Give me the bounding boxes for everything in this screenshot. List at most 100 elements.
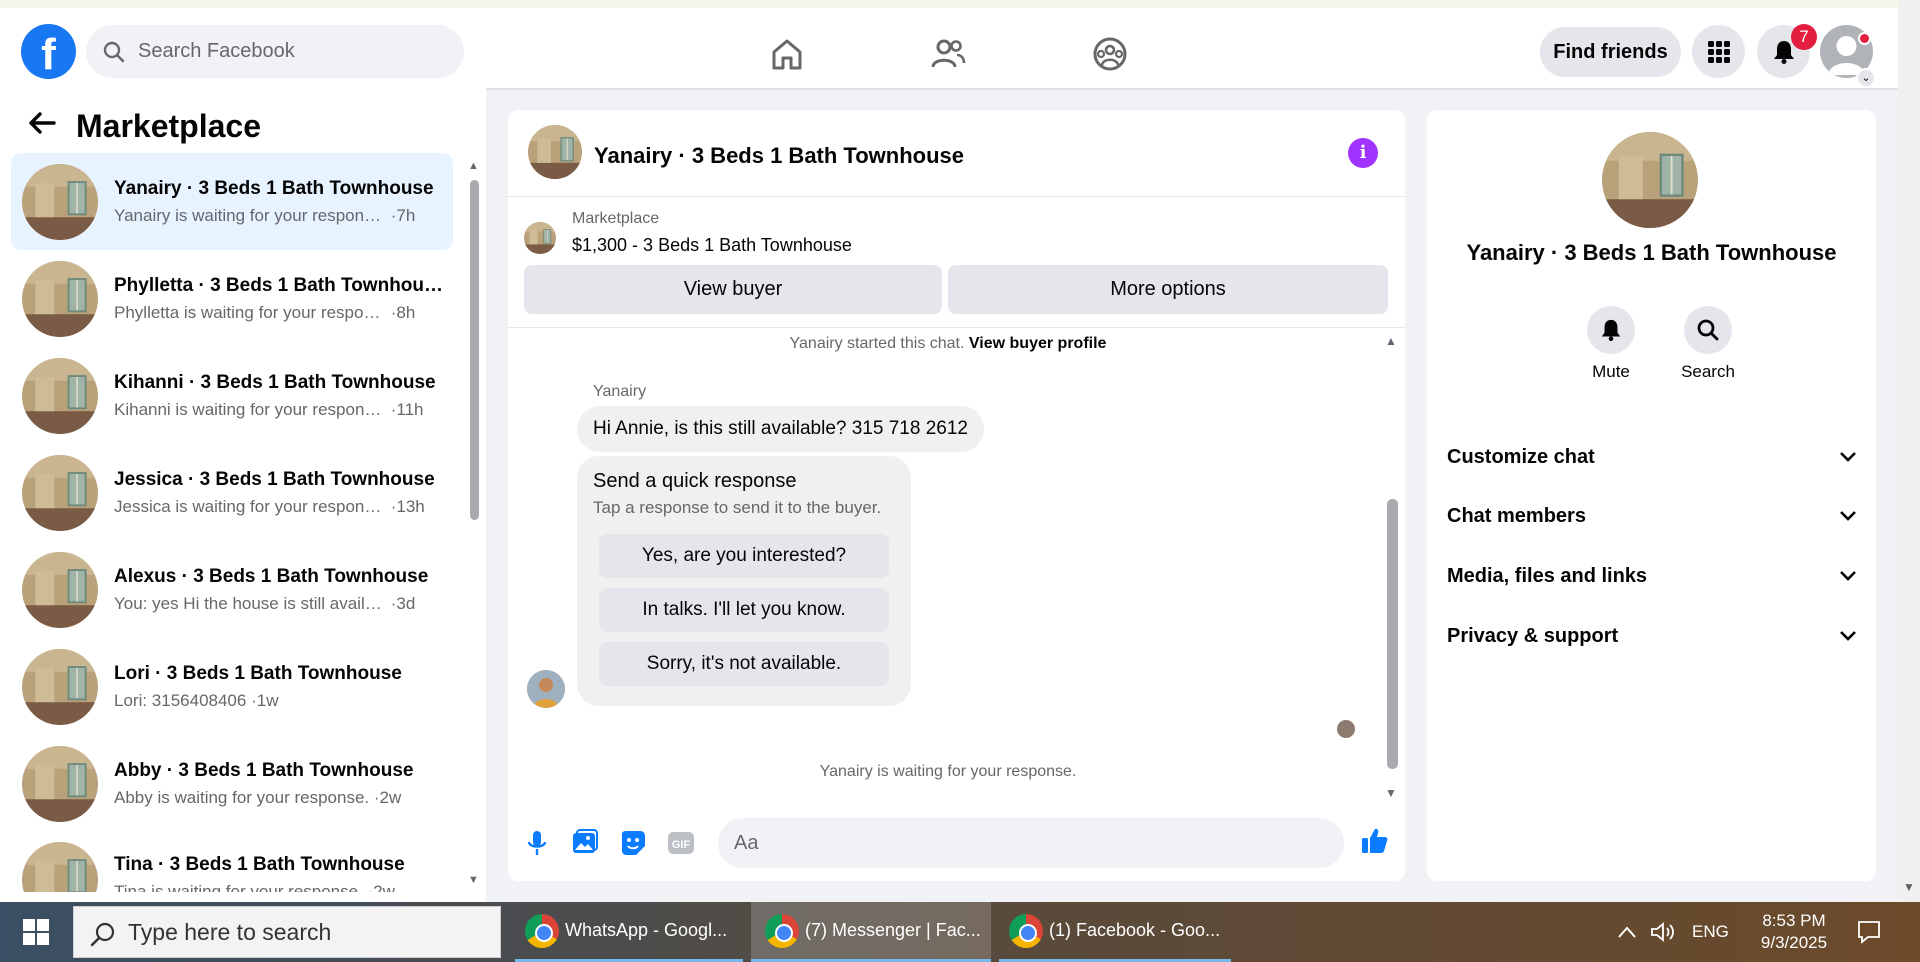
- language-indicator[interactable]: ENG: [1692, 902, 1729, 962]
- taskbar-app-whatsapp[interactable]: WhatsApp - Googl...: [515, 902, 743, 962]
- chat-started-notice: Yanairy started this chat. View buyer pr…: [508, 335, 1388, 353]
- conversation-preview: Kihanni is waiting for your response.: [114, 399, 386, 419]
- bell-icon: [1601, 319, 1621, 342]
- microphone-icon[interactable]: [522, 828, 552, 858]
- facebook-logo-icon[interactable]: f: [21, 24, 76, 79]
- conversation-item[interactable]: Abby · 3 Beds 1 Bath Townhouse Abby is w…: [11, 735, 453, 832]
- scroll-up-icon[interactable]: ▲: [468, 160, 479, 172]
- chrome-icon: [525, 913, 559, 948]
- notification-count-badge: 7: [1791, 24, 1817, 50]
- quick-response-yes-button[interactable]: Yes, are you interested?: [599, 534, 889, 578]
- conversation-time: 3d: [396, 593, 416, 613]
- more-options-button[interactable]: More options: [948, 265, 1388, 314]
- sidebar-scrollbar[interactable]: ▲ ▼: [468, 160, 480, 890]
- volume-button[interactable]: [1650, 902, 1676, 962]
- conversation-preview: Tina is waiting for your response.: [114, 882, 363, 892]
- chevron-up-icon: [1618, 926, 1636, 938]
- search-conversation-button[interactable]: Search: [1673, 306, 1743, 382]
- show-hidden-icons-button[interactable]: [1617, 902, 1637, 962]
- conversation-title: Tina · 3 Beds 1 Bath Townhouse: [114, 854, 405, 875]
- view-buyer-profile-link[interactable]: View buyer profile: [969, 335, 1107, 352]
- listing-thumbnail: [22, 649, 98, 725]
- speaker-icon: [1651, 922, 1674, 942]
- conversation-item[interactable]: Tina · 3 Beds 1 Bath Townhouse Tina is w…: [11, 832, 453, 892]
- back-arrow-icon[interactable]: [28, 108, 58, 145]
- chat-members-section[interactable]: Chat members: [1447, 496, 1857, 536]
- scroll-down-icon[interactable]: ▼: [1903, 880, 1915, 894]
- person-photo-icon: [527, 670, 565, 708]
- listing-thumbnail: [22, 261, 98, 337]
- chat-details-name: Yanairy · 3 Beds 1 Bath Townhouse: [1466, 240, 1837, 265]
- windows-taskbar: Type here to search WhatsApp - Googl... …: [0, 902, 1920, 962]
- conversation-item[interactable]: Phylletta · 3 Beds 1 Bath Townhouse Phyl…: [11, 250, 453, 347]
- info-icon[interactable]: i: [1348, 138, 1378, 168]
- scroll-down-icon[interactable]: ▼: [1385, 786, 1397, 800]
- message-input[interactable]: [734, 818, 1274, 868]
- conversation-item[interactable]: Alexus · 3 Beds 1 Bath Townhouse You: ye…: [11, 541, 453, 638]
- conversation-title: Alexus · 3 Beds 1 Bath Townhouse: [114, 565, 429, 587]
- message-composer: GIF: [508, 810, 1405, 881]
- chevron-down-icon: [1840, 452, 1856, 462]
- conversation-item[interactable]: Yanairy · 3 Beds 1 Bath Townhouse Yanair…: [11, 153, 453, 250]
- conversation-list: Yanairy · 3 Beds 1 Bath Townhouse Yanair…: [11, 153, 453, 892]
- thumbs-up-icon[interactable]: [1360, 826, 1390, 856]
- menu-button[interactable]: [1692, 25, 1745, 78]
- svg-text:GIF: GIF: [672, 839, 691, 851]
- scrollbar-thumb[interactable]: [1387, 499, 1398, 769]
- windows-start-icon[interactable]: [22, 918, 50, 946]
- groups-icon[interactable]: [1090, 34, 1130, 74]
- conversation-time: 11h: [396, 399, 424, 419]
- taskbar-app-messenger[interactable]: (7) Messenger | Fac...: [751, 902, 991, 962]
- quick-response-subtitle: Tap a response to send it to the buyer.: [593, 498, 882, 517]
- chevron-down-icon[interactable]: ⌄: [1856, 68, 1876, 88]
- conversation-preview: Phylletta is waiting for your response.: [114, 302, 386, 322]
- find-friends-button[interactable]: Find friends: [1540, 27, 1681, 77]
- facebook-search-box[interactable]: Search Facebook: [86, 25, 464, 78]
- conversation-item[interactable]: Lori · 3 Beds 1 Bath Townhouse Lori: 315…: [11, 638, 453, 735]
- scroll-up-icon[interactable]: ▲: [1385, 334, 1397, 348]
- conversation-title: Phylletta · 3 Beds 1 Bath Townhouse: [114, 274, 444, 296]
- quick-response-in-talks-button[interactable]: In talks. I'll let you know.: [599, 588, 889, 632]
- listing-price-title[interactable]: $1,300 - 3 Beds 1 Bath Townhouse: [572, 235, 852, 256]
- listing-thumbnail: [22, 358, 98, 434]
- conversation-time: 13h: [396, 496, 425, 516]
- top-navigation-bar: f Search Facebook Find friends 7 ⌄: [0, 0, 1898, 88]
- taskbar-app-facebook[interactable]: (1) Facebook - Goo...: [999, 902, 1231, 962]
- sender-name: Yanairy: [593, 383, 647, 400]
- chat-title[interactable]: Yanairy · 3 Beds 1 Bath Townhouse: [594, 143, 964, 169]
- taskbar-clock[interactable]: 8:53 PM 9/3/2025: [1744, 910, 1844, 954]
- media-files-links-section[interactable]: Media, files and links: [1447, 556, 1857, 596]
- sticker-icon[interactable]: [618, 828, 648, 858]
- view-buyer-button[interactable]: View buyer: [524, 265, 942, 314]
- scrollbar-thumb[interactable]: [470, 180, 479, 520]
- photo-icon[interactable]: [570, 828, 600, 858]
- sender-avatar[interactable]: [527, 670, 565, 708]
- action-center-icon: [1858, 921, 1880, 944]
- mute-button[interactable]: Mute: [1576, 306, 1646, 382]
- notification-center-button[interactable]: [1856, 902, 1882, 962]
- page-scrollbar[interactable]: ▼: [1898, 0, 1920, 902]
- home-icon[interactable]: [767, 34, 807, 74]
- conversation-time: 8h: [396, 302, 416, 322]
- incoming-message[interactable]: Hi Annie, is this still available? 315 7…: [577, 406, 984, 452]
- conversation-time: 1w: [256, 690, 279, 710]
- conversation-item[interactable]: Kihanni · 3 Beds 1 Bath Townhouse Kihann…: [11, 347, 453, 444]
- quick-response-not-available-button[interactable]: Sorry, it's not available.: [599, 642, 889, 686]
- conversation-preview: You: yes Hi the house is still available: [114, 593, 386, 613]
- waiting-notice: Yanairy is waiting for your response.: [819, 763, 1077, 780]
- customize-chat-section[interactable]: Customize chat: [1447, 437, 1857, 477]
- chat-scrollbar[interactable]: ▲ ▼: [1385, 334, 1399, 800]
- conversation-item[interactable]: Jessica · 3 Beds 1 Bath Townhouse Jessic…: [11, 444, 453, 541]
- chrome-icon: [765, 913, 799, 948]
- gif-icon[interactable]: GIF: [666, 828, 696, 858]
- privacy-support-section[interactable]: Privacy & support: [1447, 616, 1857, 656]
- chrome-icon: [1009, 913, 1043, 948]
- listing-thumbnail[interactable]: [528, 125, 582, 179]
- conversation-time: 7h: [396, 205, 416, 225]
- quick-response-card: Send a quick response Tap a response to …: [577, 456, 911, 706]
- section-label: Media, files and links: [1447, 564, 1648, 587]
- friends-icon[interactable]: [928, 34, 968, 74]
- scroll-down-icon[interactable]: ▼: [468, 874, 479, 886]
- taskbar-search-box[interactable]: Type here to search: [73, 906, 501, 958]
- conversation-title: Kihanni · 3 Beds 1 Bath Townhouse: [114, 371, 436, 393]
